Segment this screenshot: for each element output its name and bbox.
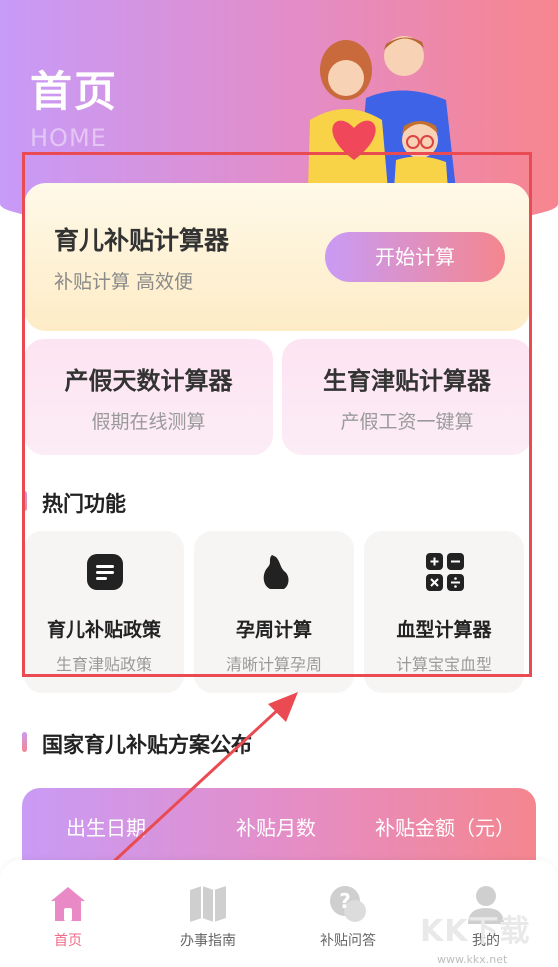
feature-blood-type-calculator[interactable]: 血型计算器 计算宝宝血型	[364, 531, 524, 693]
start-calculation-button[interactable]: 开始计算	[325, 232, 505, 282]
home-icon	[51, 887, 85, 921]
card-title: 生育津贴计算器	[323, 367, 491, 395]
section-marker	[22, 732, 27, 752]
feature-title: 血型计算器	[396, 619, 492, 641]
page-subtitle: HOME	[30, 124, 107, 152]
tab-label: 首页	[54, 933, 82, 949]
tab-faq[interactable]: ? 补贴问答	[298, 880, 398, 950]
tab-label: 补贴问答	[320, 933, 376, 949]
map-icon	[190, 886, 226, 922]
feature-pregnancy-week[interactable]: 孕周计算 清晰计算孕周	[194, 531, 354, 693]
feature-title: 孕周计算	[235, 619, 312, 641]
maternity-leave-calculator-card[interactable]: 产假天数计算器 假期在线测算	[24, 339, 273, 455]
calculator-card-title: 育儿补贴计算器	[54, 226, 230, 255]
card-title: 产假天数计算器	[64, 367, 233, 395]
tab-label: 办事指南	[180, 933, 236, 949]
feature-title: 育儿补贴政策	[46, 619, 161, 641]
watermark-url: www.kkx.net	[437, 953, 508, 966]
policy-section-title: 国家育儿补贴方案公布	[42, 733, 252, 757]
page-title: 首页	[30, 67, 119, 116]
subsidy-table-header: 出生日期 补贴月数 补贴金额（元）	[22, 788, 536, 864]
maternity-allowance-calculator-card[interactable]: 生育津贴计算器 产假工资一键算	[282, 339, 532, 455]
family-illustration	[308, 36, 456, 190]
svg-text:?: ?	[339, 889, 351, 913]
feature-subtitle: 清晰计算孕周	[225, 655, 322, 674]
feature-subtitle: 计算宝宝血型	[395, 655, 492, 674]
column-header-months: 补贴月数	[236, 816, 316, 840]
question-icon: ?	[330, 886, 366, 922]
column-header-amount: 补贴金额（元）	[375, 816, 515, 840]
tab-guide[interactable]: 办事指南	[158, 880, 258, 950]
feature-subsidy-policy[interactable]: 育儿补贴政策 生育津贴政策	[24, 531, 184, 693]
subsidy-calculator-card[interactable]: 育儿补贴计算器 补贴计算 高效便 开始计算	[24, 183, 530, 331]
document-icon	[87, 554, 123, 590]
calculator-card-subtitle: 补贴计算 高效便	[54, 271, 194, 293]
hot-features-title: 热门功能	[42, 492, 126, 516]
calculator-icon	[426, 553, 464, 591]
card-subtitle: 产假工资一键算	[340, 411, 474, 433]
feature-subtitle: 生育津贴政策	[55, 655, 152, 674]
pregnancy-icon	[263, 555, 289, 589]
card-subtitle: 假期在线测算	[91, 411, 206, 433]
watermark-logo: KK下载	[420, 914, 531, 949]
section-marker	[22, 491, 27, 511]
column-header-birth-date: 出生日期	[66, 816, 146, 840]
tab-home[interactable]: 首页	[18, 880, 118, 950]
